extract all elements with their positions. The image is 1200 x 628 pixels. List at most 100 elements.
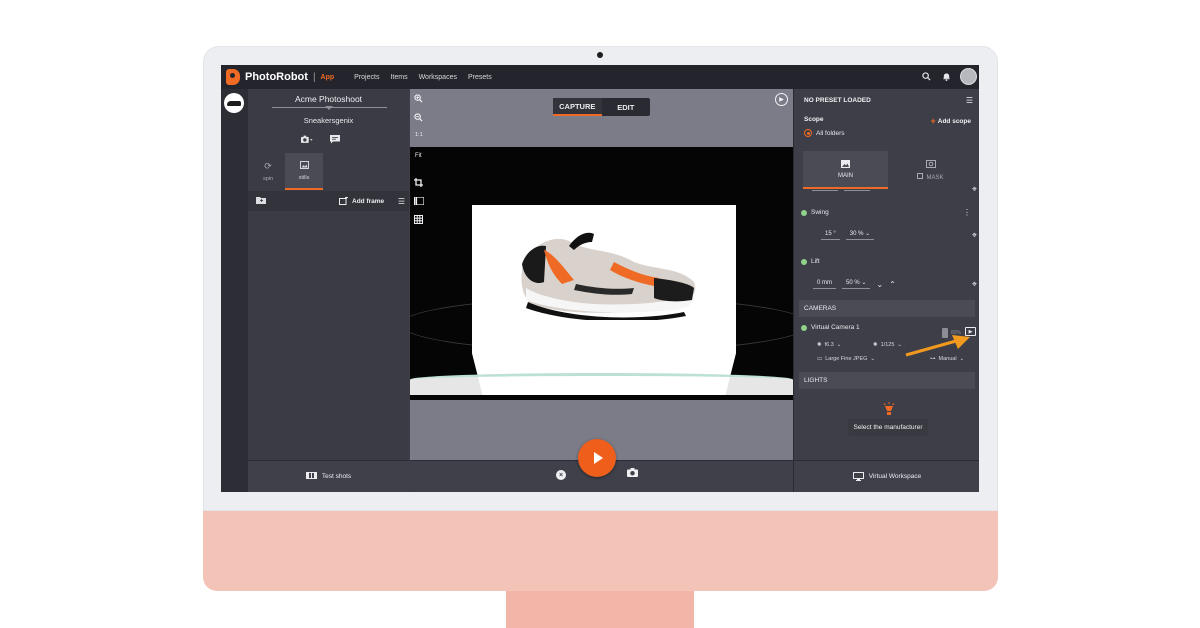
item-name[interactable]: Sneakersgenix xyxy=(248,116,409,125)
lift-up-icon[interactable]: ⌃ xyxy=(889,280,896,289)
plus-icon: + xyxy=(930,116,936,126)
lift-values: 0 mm 50 % ⌄ ⌄ ⌃ xyxy=(813,279,896,289)
capture-type-tabs: ⟳ spin stills xyxy=(248,153,409,190)
single-shot-camera-icon[interactable] xyxy=(627,468,638,479)
zoom-in-icon[interactable] xyxy=(414,94,423,105)
panel-collapse-icon[interactable]: ☰ xyxy=(966,96,973,105)
shoe-thumbnail-icon xyxy=(227,100,241,106)
capture-viewer: 1:1 CAPTURE EDIT ▶ Fit × xyxy=(410,89,793,492)
camera-dropdown-icon[interactable] xyxy=(301,133,313,145)
image-format-select[interactable]: ▭ Large Fine JPEG ⌄ xyxy=(817,356,875,362)
swing-angle-input[interactable]: 15 ° xyxy=(821,231,840,240)
grid-icon[interactable] xyxy=(414,215,424,226)
image-format-value: Large Fine JPEG xyxy=(825,356,868,362)
left-panel: Acme Photoshoot Sneakersgenix ⟳ spin sti… xyxy=(248,89,409,492)
spin-icon: ⟳ xyxy=(264,161,272,171)
nav-workspaces[interactable]: Workspaces xyxy=(419,74,457,81)
settings-tabs: MAIN MASK xyxy=(803,151,973,189)
chevron-down-icon[interactable] xyxy=(325,106,333,110)
shutter-icon: ✺ xyxy=(873,342,878,348)
chevron-down-icon: ⌄ xyxy=(870,356,875,362)
lift-position-input[interactable]: 0 mm xyxy=(813,280,836,289)
main-nav: Projects Items Workspaces Presets xyxy=(354,74,492,81)
zoom-out-icon[interactable] xyxy=(414,113,423,124)
add-scope-button[interactable]: + Add scope xyxy=(931,116,972,126)
prev-value-field-1[interactable] xyxy=(812,188,838,191)
camera-name: Virtual Camera 1 xyxy=(811,324,860,331)
add-frame-label: Add frame xyxy=(352,197,385,205)
lift-speed-select[interactable]: 50 % ⌄ xyxy=(842,279,871,289)
film-strip-icon xyxy=(305,472,317,481)
chevron-down-icon: ⌄ xyxy=(836,342,842,348)
add-frame-button[interactable]: Add frame xyxy=(339,197,384,205)
brand-name: PhotoRobot xyxy=(245,71,308,83)
comment-icon[interactable] xyxy=(329,133,341,145)
swing-target-icon[interactable]: ⌖ xyxy=(972,230,977,241)
tab-spin[interactable]: ⟳ spin xyxy=(249,153,287,190)
prev-value-field-2[interactable] xyxy=(844,188,870,191)
user-avatar[interactable] xyxy=(960,68,977,85)
sneaker-image xyxy=(521,232,696,320)
app-logo[interactable]: PhotoRobot | App xyxy=(226,69,334,85)
swing-more-icon[interactable]: ⋮ xyxy=(963,208,971,217)
crop-icon[interactable] xyxy=(414,178,424,189)
add-folder-icon[interactable] xyxy=(256,196,266,206)
lift-speed-value: 50 % xyxy=(846,280,860,286)
mask-toggle: MASK xyxy=(917,172,944,181)
edit-mode-button[interactable]: EDIT xyxy=(602,98,651,116)
cancel-capture-button[interactable]: × xyxy=(556,470,566,480)
tab-stills[interactable]: stills xyxy=(285,153,323,190)
swing-status-dot xyxy=(801,209,807,216)
shutter-select[interactable]: ✺ 1/125 ⌄ xyxy=(873,342,902,348)
preview-play-icon[interactable]: ▶ xyxy=(775,93,788,106)
bell-icon[interactable] xyxy=(940,71,952,83)
swing-speed-select[interactable]: 30 % ⌄ xyxy=(845,230,875,240)
scope-label: Scope xyxy=(804,116,824,123)
lift-down-icon[interactable]: ⌄ xyxy=(876,280,883,289)
mask-checkbox[interactable] xyxy=(917,172,924,179)
capture-mode-button[interactable]: CAPTURE xyxy=(553,98,602,116)
gallery-icon[interactable] xyxy=(414,196,425,207)
lift-row: Lift xyxy=(801,258,820,265)
lights-section-header[interactable]: LIGHTS xyxy=(799,372,975,389)
virtual-workspace-button[interactable]: Virtual Workspace xyxy=(794,460,979,492)
nav-presets[interactable]: Presets xyxy=(468,74,492,81)
prev-target-icon[interactable]: ⌖ xyxy=(972,184,977,195)
scope-all-folders[interactable]: All folders xyxy=(804,129,845,137)
zoom-ratio[interactable]: 1:1 xyxy=(415,132,423,138)
item-tools xyxy=(301,133,341,145)
mask-icon xyxy=(925,159,936,168)
project-name[interactable]: Acme Photoshoot xyxy=(248,94,409,104)
turntable-glass xyxy=(410,373,793,395)
list-menu-icon[interactable]: ☰ xyxy=(398,197,405,206)
project-avatar[interactable] xyxy=(224,93,244,113)
nav-projects[interactable]: Projects xyxy=(354,74,379,81)
right-panel: NO PRESET LOADED ☰ Scope + Add scope All… xyxy=(793,89,979,492)
search-icon[interactable] xyxy=(920,71,932,83)
start-capture-button[interactable] xyxy=(578,439,616,477)
app-screen: PhotoRobot | App Projects Items Workspac… xyxy=(221,65,979,492)
aperture-select[interactable]: ✺ f6.3 ⌄ xyxy=(817,342,841,348)
tab-main[interactable]: MAIN xyxy=(803,151,888,189)
topbar-actions xyxy=(920,68,977,85)
fit-button[interactable]: Fit xyxy=(415,153,422,159)
nav-items[interactable]: Items xyxy=(390,74,407,81)
lift-status-dot xyxy=(801,258,807,265)
chevron-down-icon: ⌄ xyxy=(897,342,902,348)
prev-row-values xyxy=(812,188,870,191)
camera-status-dot xyxy=(801,324,807,331)
radio-selected-icon[interactable] xyxy=(804,129,812,137)
tab-main-label: MAIN xyxy=(838,172,853,179)
test-shots-button[interactable]: Test shots xyxy=(248,460,409,492)
cameras-section-header[interactable]: CAMERAS xyxy=(799,300,975,317)
tab-mask[interactable]: MASK xyxy=(888,151,973,189)
monitor-chin xyxy=(203,511,998,591)
monitor-stand xyxy=(506,591,694,628)
aperture-icon: ✺ xyxy=(817,342,822,348)
monitor-icon xyxy=(852,472,864,481)
lift-target-icon[interactable]: ⌖ xyxy=(972,279,977,290)
select-manufacturer-button[interactable]: Select the manufacturer xyxy=(848,419,928,436)
pointer-arrow-icon xyxy=(905,335,970,357)
lift-label: Lift xyxy=(811,258,820,265)
top-navbar: PhotoRobot | App Projects Items Workspac… xyxy=(221,65,979,89)
